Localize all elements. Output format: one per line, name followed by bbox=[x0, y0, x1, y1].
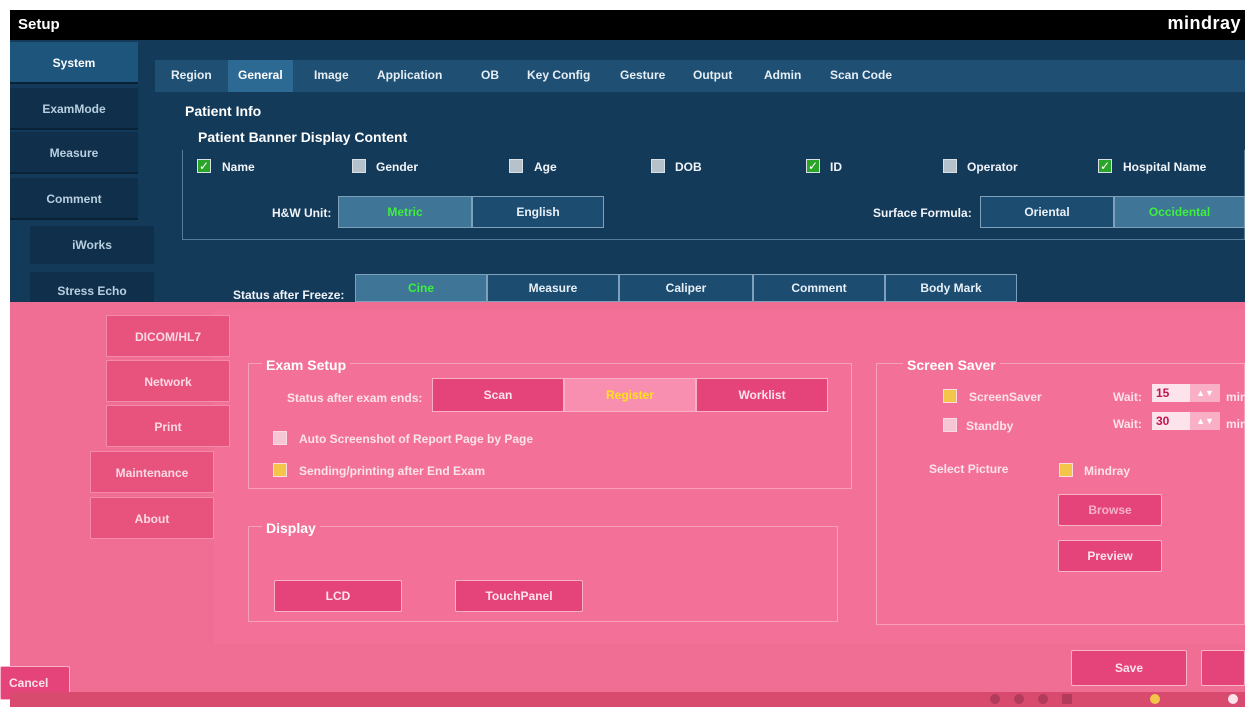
touchpanel-button[interactable]: TouchPanel bbox=[455, 580, 583, 612]
display-legend: Display bbox=[262, 520, 320, 536]
mindray-picture-label: Mindray bbox=[1084, 464, 1131, 478]
surface-occidental-button[interactable]: Occidental bbox=[1114, 196, 1245, 228]
screensaver-checkbox[interactable] bbox=[943, 389, 957, 403]
freeze-bodymark-button[interactable]: Body Mark bbox=[885, 274, 1017, 302]
standby-wait-input[interactable]: 30 bbox=[1152, 412, 1190, 430]
status-exam-ends-label: Status after exam ends: bbox=[287, 391, 423, 405]
lcd-button[interactable]: LCD bbox=[274, 580, 402, 612]
tab-application[interactable]: Application bbox=[377, 68, 442, 82]
nav-print[interactable]: Print bbox=[106, 405, 230, 447]
name-checkbox[interactable]: ✓ bbox=[197, 159, 211, 173]
status-freeze-label: Status after Freeze: bbox=[233, 288, 345, 302]
dob-checkbox[interactable] bbox=[651, 159, 665, 173]
operator-label: Operator bbox=[967, 160, 1018, 174]
sending-printing-checkbox[interactable] bbox=[273, 463, 287, 477]
name-label: Name bbox=[222, 160, 255, 174]
nav-measure[interactable]: Measure bbox=[10, 132, 138, 174]
nav-about[interactable]: About bbox=[90, 497, 214, 539]
standby-stepper-icon[interactable]: ▲▼ bbox=[1190, 412, 1220, 430]
standby-wait-label: Wait: bbox=[1113, 417, 1142, 431]
auto-screenshot-label: Auto Screenshot of Report Page by Page bbox=[299, 432, 534, 446]
standby-label: Standby bbox=[966, 419, 1014, 433]
auto-screenshot-checkbox[interactable] bbox=[273, 431, 287, 445]
gender-checkbox[interactable] bbox=[352, 159, 366, 173]
nav-iworks[interactable]: iWorks bbox=[30, 226, 154, 264]
exam-end-worklist-button[interactable]: Worklist bbox=[696, 378, 828, 412]
screensaver-wait-label: Wait: bbox=[1113, 390, 1142, 404]
sending-printing-label: Sending/printing after End Exam bbox=[299, 464, 486, 478]
freeze-comment-button[interactable]: Comment bbox=[753, 274, 885, 302]
age-checkbox[interactable] bbox=[509, 159, 523, 173]
screensaver-label: ScreenSaver bbox=[969, 390, 1042, 404]
tab-ob[interactable]: OB bbox=[481, 68, 499, 82]
age-label: Age bbox=[534, 160, 557, 174]
tab-gesture[interactable]: Gesture bbox=[620, 68, 665, 82]
patient-info-legend: Patient Info bbox=[185, 103, 262, 119]
hospital-name-label: Hospital Name bbox=[1123, 160, 1207, 174]
exam-end-register-button[interactable]: Register bbox=[564, 378, 696, 412]
exam-end-scan-button[interactable]: Scan bbox=[432, 378, 564, 412]
tab-admin[interactable]: Admin bbox=[764, 68, 801, 82]
exam-setup-legend: Exam Setup bbox=[262, 357, 351, 373]
status-bar bbox=[10, 692, 1245, 707]
brand-logo: mindray bbox=[1167, 13, 1241, 33]
nav-maintenance[interactable]: Maintenance bbox=[90, 451, 214, 493]
freeze-cine-button[interactable]: Cine bbox=[355, 274, 487, 302]
tray-power-icon bbox=[1228, 694, 1238, 704]
gender-label: Gender bbox=[376, 160, 419, 174]
tray-bulb-icon bbox=[1150, 694, 1160, 704]
screensaver-unit: min bbox=[1226, 390, 1245, 404]
surface-oriental-button[interactable]: Oriental bbox=[980, 196, 1114, 228]
hw-unit-label: H&W Unit: bbox=[272, 206, 332, 220]
tab-region[interactable]: Region bbox=[171, 68, 212, 82]
select-picture-label: Select Picture bbox=[929, 462, 1009, 476]
freeze-measure-button[interactable]: Measure bbox=[487, 274, 619, 302]
tray-disk-icon bbox=[1062, 694, 1072, 704]
hw-english-button[interactable]: English bbox=[472, 196, 604, 228]
tray-status-icon bbox=[990, 694, 1000, 704]
hw-metric-button[interactable]: Metric bbox=[338, 196, 472, 228]
preview-button[interactable]: Preview bbox=[1058, 540, 1162, 572]
nav-system[interactable]: System bbox=[10, 42, 138, 84]
window-title: Setup bbox=[18, 16, 60, 33]
save-button[interactable]: Save bbox=[1071, 650, 1187, 686]
tray-network-icon bbox=[1014, 694, 1024, 704]
nav-exammode[interactable]: ExamMode bbox=[10, 88, 138, 130]
nav-dicom-hl7[interactable]: DICOM/HL7 bbox=[106, 315, 230, 357]
tab-key-config[interactable]: Key Config bbox=[527, 68, 590, 82]
tab-general[interactable]: General bbox=[228, 60, 293, 92]
banner-legend: Patient Banner Display Content bbox=[198, 129, 408, 145]
tray-usb-icon bbox=[1038, 694, 1048, 704]
tab-output[interactable]: Output bbox=[693, 68, 732, 82]
screensaver-stepper-icon[interactable]: ▲▼ bbox=[1190, 384, 1220, 402]
extra-footer-button[interactable] bbox=[1201, 650, 1245, 686]
browse-button[interactable]: Browse bbox=[1058, 494, 1162, 526]
tab-scan-code[interactable]: Scan Code bbox=[830, 68, 892, 82]
screensaver-wait-input[interactable]: 15 bbox=[1152, 384, 1190, 402]
hospital-name-checkbox[interactable]: ✓ bbox=[1098, 159, 1112, 173]
standby-unit: min bbox=[1226, 417, 1245, 431]
nav-network[interactable]: Network bbox=[106, 360, 230, 402]
standby-checkbox[interactable] bbox=[943, 418, 957, 432]
freeze-caliper-button[interactable]: Caliper bbox=[619, 274, 753, 302]
id-checkbox[interactable]: ✓ bbox=[806, 159, 820, 173]
title-bar: Setup mindray bbox=[10, 10, 1245, 40]
mindray-picture-checkbox[interactable] bbox=[1059, 463, 1073, 477]
operator-checkbox[interactable] bbox=[943, 159, 957, 173]
screen-saver-legend: Screen Saver bbox=[903, 357, 1000, 373]
nav-comment[interactable]: Comment bbox=[10, 178, 138, 220]
id-label: ID bbox=[830, 160, 842, 174]
dob-label: DOB bbox=[675, 160, 702, 174]
tab-image[interactable]: Image bbox=[314, 68, 349, 82]
surface-formula-label: Surface Formula: bbox=[873, 206, 972, 220]
